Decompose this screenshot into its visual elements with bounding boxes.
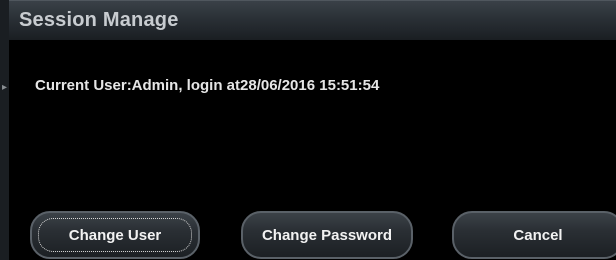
- session-manage-dialog: Session Manage ▸ Current User:Admin, log…: [0, 0, 616, 260]
- left-edge-marker-icon: ▸: [2, 82, 8, 93]
- change-password-button[interactable]: Change Password: [241, 211, 413, 259]
- dialog-title: Session Manage: [19, 9, 179, 31]
- cancel-button[interactable]: Cancel: [452, 211, 616, 259]
- title-bar: Session Manage: [9, 0, 616, 40]
- cancel-label: Cancel: [513, 226, 563, 244]
- window-left-edge: [0, 0, 9, 260]
- change-user-label: Change User: [68, 226, 162, 244]
- change-password-label: Change Password: [261, 226, 393, 244]
- change-user-button[interactable]: Change User: [30, 211, 200, 259]
- current-user-info: Current User:Admin, login at28/06/2016 1…: [35, 77, 380, 94]
